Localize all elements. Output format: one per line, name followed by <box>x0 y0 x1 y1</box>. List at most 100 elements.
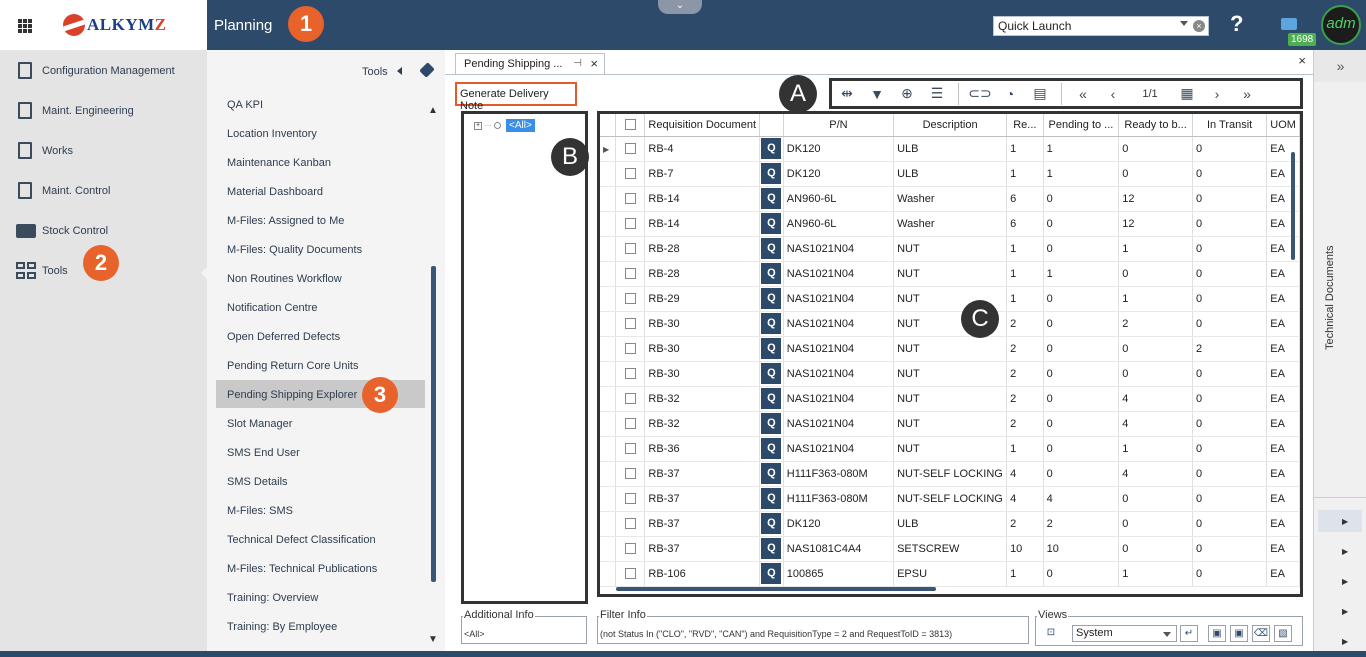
checkbox-cell[interactable] <box>615 511 646 537</box>
quick-launch-input[interactable]: Quick Launch × <box>993 16 1209 36</box>
lookup-search-icon[interactable]: Q <box>761 238 782 259</box>
pin-icon[interactable] <box>419 62 435 78</box>
tool-item[interactable]: M-Files: Technical Publications <box>227 561 377 577</box>
column-header[interactable] <box>600 114 617 137</box>
tool-item[interactable]: Open Deferred Defects <box>227 329 340 345</box>
table-row[interactable]: RB-14 Q AN960-6L Washer 6 0 12 0 EA <box>600 186 1300 212</box>
lookup-search-icon[interactable]: Q <box>761 188 782 209</box>
column-header[interactable]: Ready to b... <box>1118 114 1193 137</box>
column-header[interactable]: In Transit <box>1192 114 1268 137</box>
tool-item[interactable]: Non Routines Workflow <box>227 271 342 287</box>
quick-launch-dropdown-icon[interactable] <box>1180 21 1188 26</box>
table-row[interactable]: RB-37 Q H111F363-080M NUT-SELF LOCKING 4 0 4 0 E… <box>600 461 1300 487</box>
lookup-cell[interactable]: Q <box>759 311 784 337</box>
lookup-search-icon[interactable]: Q <box>761 488 782 509</box>
tool-item[interactable]: Training: Overview <box>227 590 318 606</box>
lookup-search-icon[interactable]: Q <box>761 138 782 159</box>
collapse-header-button[interactable]: ⌄ <box>658 0 702 14</box>
checkbox-cell[interactable] <box>615 436 646 462</box>
lookup-cell[interactable]: Q <box>759 211 784 237</box>
filter-icon[interactable]: ▼ <box>864 83 890 105</box>
timer-icon[interactable]: ◔ <box>997 83 1023 105</box>
scroll-up-icon[interactable]: ▲ <box>428 105 438 116</box>
views-save-button[interactable]: ▣ <box>1208 625 1226 642</box>
lookup-cell[interactable]: Q <box>759 461 784 487</box>
lookup-cell[interactable]: Q <box>759 561 784 587</box>
table-row[interactable]: RB-28 Q NAS1021N04 NUT 1 1 0 0 EA <box>600 261 1300 287</box>
column-header[interactable] <box>759 114 784 137</box>
checkbox-cell[interactable] <box>615 161 646 187</box>
link-icon[interactable]: ⊂⊃ <box>967 83 993 105</box>
table-row[interactable]: RB-106 Q 100865 EPSU 1 0 1 0 EA <box>600 561 1300 587</box>
lookup-cell[interactable]: Q <box>759 236 784 262</box>
tool-item[interactable]: Material Dashboard <box>227 184 323 200</box>
row-checkbox[interactable] <box>624 168 636 180</box>
lookup-search-icon[interactable]: Q <box>761 313 782 334</box>
lookup-cell[interactable]: Q <box>759 336 784 362</box>
lookup-cell[interactable]: Q <box>759 486 784 512</box>
table-row[interactable]: ▶ RB-4 Q DK120 ULB 1 1 0 0 EA <box>600 136 1300 162</box>
select-all-checkbox[interactable] <box>624 119 636 131</box>
lookup-search-icon[interactable]: Q <box>761 438 782 459</box>
tools-scrollbar[interactable] <box>431 266 436 582</box>
row-checkbox[interactable] <box>624 443 636 455</box>
column-header[interactable] <box>615 114 646 137</box>
prev-page-icon[interactable]: ‹ <box>1100 83 1126 105</box>
lookup-cell[interactable]: Q <box>759 161 784 187</box>
technical-documents-tab[interactable]: Technical Documents <box>1324 240 1354 350</box>
rail-arrow-icon[interactable]: ▶ <box>1342 547 1348 556</box>
row-checkbox[interactable] <box>624 293 636 305</box>
lookup-cell[interactable]: Q <box>759 386 784 412</box>
table-row[interactable]: RB-37 Q H111F363-080M NUT-SELF LOCKING 4 4 0 0 E… <box>600 486 1300 512</box>
rail-arrow-icon[interactable]: ▶ <box>1342 577 1348 586</box>
column-header[interactable]: P/N <box>783 114 895 137</box>
row-checkbox[interactable] <box>624 343 636 355</box>
nav-item-works[interactable]: Works <box>16 140 73 162</box>
table-row[interactable]: RB-30 Q NAS1021N04 NUT 2 0 0 0 EA <box>600 361 1300 387</box>
table-row[interactable]: RB-37 Q DK120 ULB 2 2 0 0 EA <box>600 511 1300 537</box>
tool-item[interactable]: SMS Details <box>227 474 288 490</box>
lookup-cell[interactable]: Q <box>759 361 784 387</box>
nav-item-configuration-management[interactable]: Configuration Management <box>16 60 175 82</box>
help-icon[interactable]: ? <box>1230 11 1243 37</box>
lookup-cell[interactable]: Q <box>759 436 784 462</box>
tree-node-all[interactable]: + ··· <All> <box>474 119 535 132</box>
scroll-down-icon[interactable]: ▼ <box>428 634 438 645</box>
checkbox-cell[interactable] <box>615 211 646 237</box>
grid-vertical-scrollbar[interactable] <box>1288 136 1298 584</box>
row-checkbox[interactable] <box>624 468 636 480</box>
lookup-search-icon[interactable]: Q <box>761 363 782 384</box>
row-checkbox[interactable] <box>624 418 636 430</box>
nav-item-maint-control[interactable]: Maint. Control <box>16 180 110 202</box>
lookup-search-icon[interactable]: Q <box>761 413 782 434</box>
checkbox-cell[interactable] <box>615 286 646 312</box>
tool-item-selected[interactable]: Pending Shipping Explorer <box>227 387 357 403</box>
table-row[interactable]: RB-29 Q NAS1021N04 NUT 1 0 1 0 EA <box>600 286 1300 312</box>
lookup-search-icon[interactable]: Q <box>761 513 782 534</box>
checkbox-cell[interactable] <box>615 536 646 562</box>
nav-item-maint-engineering[interactable]: Maint. Engineering <box>16 100 134 122</box>
binoculars-icon[interactable]: ⊕ <box>894 83 920 105</box>
row-checkbox[interactable] <box>624 218 636 230</box>
generate-delivery-note-button[interactable]: Generate Delivery Note <box>455 82 577 112</box>
row-checkbox[interactable] <box>624 243 636 255</box>
lookup-search-icon[interactable]: Q <box>761 338 782 359</box>
tool-item[interactable]: M-Files: Quality Documents <box>227 242 362 258</box>
column-header[interactable]: Re... <box>1006 114 1044 137</box>
grid-horizontal-scrollbar[interactable] <box>600 584 1300 594</box>
tool-item[interactable]: Notification Centre <box>227 300 318 316</box>
row-checkbox[interactable] <box>624 568 636 580</box>
lookup-cell[interactable]: Q <box>759 286 784 312</box>
row-checkbox[interactable] <box>624 518 636 530</box>
lookup-search-icon[interactable]: Q <box>761 463 782 484</box>
tool-item[interactable]: Technical Defect Classification <box>227 532 376 548</box>
tab-pin-icon[interactable]: ⊣ <box>573 58 582 69</box>
last-page-icon[interactable]: » <box>1234 83 1260 105</box>
lookup-cell[interactable]: Q <box>759 511 784 537</box>
tree-expand-icon[interactable]: + <box>474 121 482 130</box>
checkbox-cell[interactable] <box>615 411 646 437</box>
row-checkbox[interactable] <box>624 143 636 155</box>
lookup-cell[interactable]: Q <box>759 411 784 437</box>
tool-item[interactable]: M-Files: SMS <box>227 503 293 519</box>
row-checkbox[interactable] <box>624 543 636 555</box>
